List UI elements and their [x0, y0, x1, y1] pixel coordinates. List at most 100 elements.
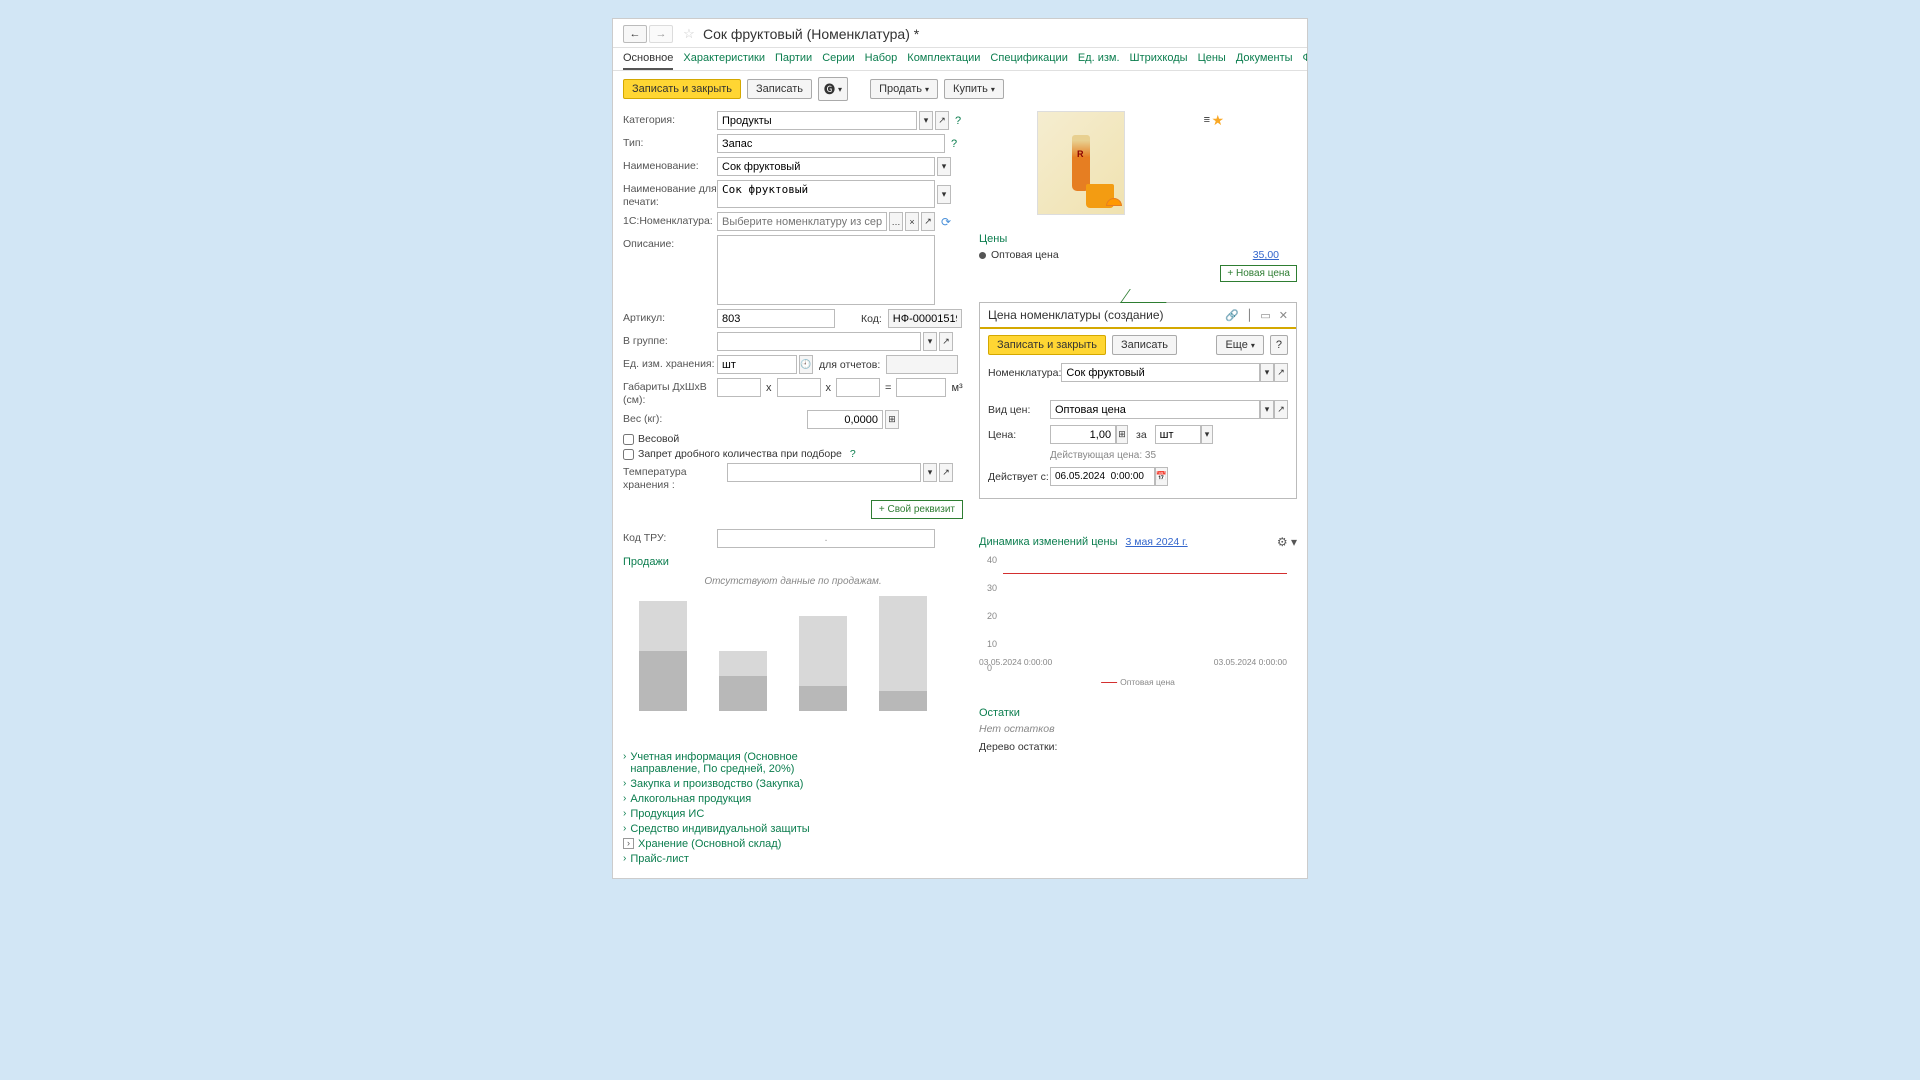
- dropdown-icon[interactable]: ▾: [1260, 400, 1274, 419]
- sell-label: Продать: [879, 83, 922, 95]
- history-icon[interactable]: 🕘: [799, 355, 813, 374]
- left-column: Категория: ▾ ↗ ? Тип: ? Наименование:: [623, 111, 963, 868]
- dropdown-icon[interactable]: ▾: [1201, 425, 1212, 444]
- tab-docs[interactable]: Документы: [1236, 48, 1293, 70]
- exp-ppe[interactable]: ›Средство индивидуальной защиты: [623, 823, 963, 835]
- unit-input[interactable]: [717, 355, 797, 374]
- tab-files[interactable]: Файлы: [1303, 48, 1307, 70]
- link-icon[interactable]: 🔗: [1225, 309, 1239, 322]
- calc-icon[interactable]: ⊞: [885, 410, 899, 429]
- dlg-save[interactable]: Записать: [1112, 335, 1177, 355]
- help-icon[interactable]: ?: [955, 115, 961, 127]
- tab-barcodes[interactable]: Штрихкоды: [1130, 48, 1188, 70]
- tab-specs[interactable]: Спецификации: [990, 48, 1067, 70]
- onec-input[interactable]: [717, 212, 887, 231]
- dims-label: Габариты ДхШхВ (см):: [623, 378, 717, 406]
- exp-storage[interactable]: ›Хранение (Основной склад): [623, 838, 963, 850]
- sell-button[interactable]: Продать ▾: [870, 79, 938, 99]
- open-icon[interactable]: ↗: [935, 111, 949, 130]
- tab-complect[interactable]: Комплектации: [907, 48, 980, 70]
- desc-input[interactable]: [717, 235, 935, 305]
- dim-vol[interactable]: [896, 378, 946, 397]
- dropdown-icon[interactable]: ▾: [937, 185, 951, 204]
- exp-alcohol[interactable]: ›Алкогольная продукция: [623, 793, 963, 805]
- buy-button[interactable]: Купить ▾: [944, 79, 1004, 99]
- exp-is[interactable]: ›Продукция ИС: [623, 808, 963, 820]
- exp-purchase[interactable]: ›Закупка и производство (Закупка): [623, 778, 963, 790]
- dropdown-icon[interactable]: ▾: [1260, 363, 1274, 382]
- weight-input[interactable]: [807, 410, 883, 429]
- tru-input[interactable]: [717, 529, 935, 548]
- tru-label: Код ТРУ:: [623, 529, 717, 545]
- desc-label: Описание:: [623, 235, 717, 251]
- exp-accounting[interactable]: ›Учетная информация (Основное направлени…: [623, 751, 963, 775]
- exp-pricelist[interactable]: ›Прайс-лист: [623, 853, 963, 865]
- open-icon[interactable]: ↗: [939, 332, 953, 351]
- dropdown-icon[interactable]: ▾: [923, 463, 937, 482]
- tab-parties[interactable]: Партии: [775, 48, 812, 70]
- dim-l[interactable]: [717, 378, 761, 397]
- tab-prices[interactable]: Цены: [1198, 48, 1226, 70]
- product-image[interactable]: ★ ≡: [1037, 111, 1125, 215]
- star-icon[interactable]: ★: [1211, 112, 1224, 129]
- temp-input[interactable]: [727, 463, 921, 482]
- calendar-icon[interactable]: 📅: [1155, 467, 1168, 486]
- open-icon[interactable]: ↗: [1274, 400, 1288, 419]
- divider-icon: ⎮: [1247, 309, 1253, 322]
- code-label: Код:: [861, 313, 882, 325]
- sales-chart: Отсутствуют данные по продажам.: [623, 576, 963, 711]
- tab-units[interactable]: Ед. изм.: [1078, 48, 1120, 70]
- dlg-effective-input[interactable]: [1050, 467, 1155, 486]
- dlg-help[interactable]: ?: [1270, 335, 1288, 355]
- dlg-unit-input[interactable]: [1155, 425, 1202, 444]
- calc-icon[interactable]: ⊞: [1116, 425, 1128, 444]
- new-price-button[interactable]: + Новая цена: [1220, 265, 1297, 282]
- help-icon[interactable]: ?: [850, 448, 856, 460]
- guid-button[interactable]: 🅖 ▾: [818, 77, 848, 101]
- gear-icon[interactable]: ⚙ ▾: [1277, 535, 1297, 549]
- open-icon[interactable]: ↗: [939, 463, 953, 482]
- back-button[interactable]: ←: [623, 25, 647, 43]
- sort-icon[interactable]: ≡: [1204, 114, 1210, 126]
- dlg-more[interactable]: Еще ▾: [1216, 335, 1263, 355]
- dynamics-date[interactable]: 3 мая 2024 г.: [1125, 536, 1187, 548]
- dropdown-icon[interactable]: ▾: [919, 111, 933, 130]
- open-icon[interactable]: ↗: [921, 212, 935, 231]
- help-icon[interactable]: ?: [951, 138, 957, 150]
- dlg-save-close[interactable]: Записать и закрыть: [988, 335, 1106, 355]
- close-icon[interactable]: ✕: [1279, 309, 1288, 322]
- save-button[interactable]: Записать: [747, 79, 812, 99]
- ellipsis-icon[interactable]: …: [889, 212, 903, 231]
- weighted-checkbox[interactable]: [623, 434, 634, 445]
- dlg-nomen-input[interactable]: [1061, 363, 1260, 382]
- open-icon[interactable]: ↗: [1274, 363, 1288, 382]
- tab-characteristics[interactable]: Характеристики: [683, 48, 765, 70]
- tab-series[interactable]: Серии: [822, 48, 854, 70]
- favorite-icon[interactable]: ☆: [681, 26, 697, 42]
- category-input[interactable]: [717, 111, 917, 130]
- tab-set[interactable]: Набор: [865, 48, 898, 70]
- name-input[interactable]: [717, 157, 935, 176]
- dropdown-icon[interactable]: ▾: [937, 157, 951, 176]
- dlg-effective-label: Действует с:: [988, 471, 1050, 483]
- price-value[interactable]: 35,00: [1253, 249, 1279, 261]
- tab-main[interactable]: Основное: [623, 48, 673, 70]
- clear-icon[interactable]: ×: [905, 212, 919, 231]
- type-input[interactable]: [717, 134, 945, 153]
- dialog-title: Цена номенклатуры (создание): [988, 308, 1225, 322]
- dim-h[interactable]: [836, 378, 880, 397]
- maximize-icon[interactable]: ▭: [1260, 309, 1270, 322]
- fraction-checkbox[interactable]: [623, 449, 634, 460]
- refresh-icon[interactable]: ⟳: [941, 215, 951, 229]
- print-name-input[interactable]: Сок фруктовый: [717, 180, 935, 208]
- dropdown-icon[interactable]: ▾: [923, 332, 937, 351]
- save-close-button[interactable]: Записать и закрыть: [623, 79, 741, 99]
- stock-tree: Дерево остатки:: [979, 741, 1297, 753]
- forward-button[interactable]: →: [649, 25, 673, 43]
- dlg-price-input[interactable]: [1050, 425, 1116, 444]
- custom-req-button[interactable]: + Свой реквизит: [871, 500, 963, 519]
- dim-w[interactable]: [777, 378, 821, 397]
- group-input[interactable]: [717, 332, 921, 351]
- article-input[interactable]: [717, 309, 835, 328]
- dlg-type-input[interactable]: [1050, 400, 1260, 419]
